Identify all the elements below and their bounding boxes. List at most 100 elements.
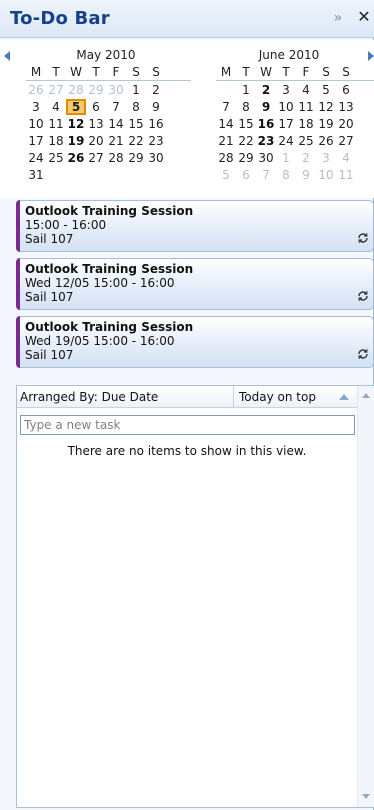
calendar-day[interactable]: 8 [276, 167, 296, 183]
calendar-day[interactable]: 20 [86, 133, 106, 149]
calendar-week-row: 5 6 7 8 9 10 11 [216, 167, 374, 184]
calendar-day[interactable]: 1 [126, 82, 146, 98]
calendar-day [66, 167, 86, 183]
calendar-day[interactable]: 13 [86, 116, 106, 132]
calendar-day[interactable]: 5 [316, 82, 336, 98]
appointment-item[interactable]: Outlook Training Session Wed 12/05 15:00… [16, 258, 374, 310]
calendar-day[interactable]: 5 [216, 167, 236, 183]
calendar-day[interactable]: 11 [336, 167, 356, 183]
calendar-day[interactable]: 17 [26, 133, 46, 149]
appointment-time: 15:00 - 16:00 [25, 218, 107, 232]
calendar-day[interactable]: 22 [236, 133, 256, 149]
calendar-day[interactable]: 11 [46, 116, 66, 132]
scroll-down-arrow-icon[interactable] [362, 794, 370, 799]
calendar-day[interactable]: 6 [86, 99, 106, 115]
calendar-day[interactable]: 28 [66, 82, 86, 98]
calendar-day[interactable]: 9 [296, 167, 316, 183]
calendar-day[interactable]: 28 [216, 150, 236, 166]
calendar-day[interactable]: 18 [296, 116, 316, 132]
calendar-day[interactable]: 19 [66, 133, 86, 149]
calendar-day[interactable]: 3 [316, 150, 336, 166]
expand-icon[interactable]: » [330, 9, 346, 27]
scroll-up-arrow-icon[interactable] [362, 393, 370, 398]
calendar-day[interactable]: 21 [106, 133, 126, 149]
calendar-day[interactable]: 30 [146, 150, 166, 166]
calendar-day[interactable]: 1 [236, 82, 256, 98]
calendar-day[interactable]: 6 [236, 167, 256, 183]
calendar-day[interactable]: 2 [256, 82, 276, 98]
calendar-day[interactable]: 16 [256, 116, 276, 132]
calendar-day[interactable]: 10 [26, 116, 46, 132]
close-icon[interactable]: ✕ [356, 8, 372, 26]
calendar-day[interactable]: 29 [86, 82, 106, 98]
weekday-header: M T W T F S S [216, 64, 374, 81]
sort-order-button[interactable]: Today on top [239, 390, 316, 404]
calendar-day[interactable]: 4 [46, 99, 66, 115]
calendar-day[interactable]: 30 [256, 150, 276, 166]
calendar-day[interactable]: 8 [236, 99, 256, 115]
calendar-day[interactable]: 3 [276, 82, 296, 98]
calendar-day[interactable]: 16 [146, 116, 166, 132]
calendar-day[interactable]: 23 [256, 133, 276, 149]
calendar-day[interactable]: 15 [236, 116, 256, 132]
calendar-day[interactable]: 7 [106, 99, 126, 115]
calendar-day[interactable]: 18 [46, 133, 66, 149]
calendar-day[interactable]: 28 [106, 150, 126, 166]
calendar-week-row: 26 27 28 29 30 1 2 [26, 82, 191, 99]
calendar-day[interactable]: 31 [26, 167, 46, 183]
calendar-day[interactable]: 23 [146, 133, 166, 149]
calendar-day[interactable]: 10 [276, 99, 296, 115]
calendar-day[interactable]: 29 [126, 150, 146, 166]
calendar-day[interactable]: 27 [336, 133, 356, 149]
calendar-day[interactable]: 24 [276, 133, 296, 149]
appointment-item[interactable]: Outlook Training Session Wed 19/05 15:00… [16, 316, 374, 368]
calendar-day[interactable]: 7 [256, 167, 276, 183]
calendar-day[interactable]: 25 [46, 150, 66, 166]
appointment-item[interactable]: Outlook Training Session 15:00 - 16:00 S… [16, 200, 374, 252]
appointment-location: Sail 107 [25, 290, 74, 304]
task-list-header: Arranged By: Due Date Today on top [17, 386, 357, 408]
calendar-day[interactable]: 27 [86, 150, 106, 166]
calendar-day[interactable]: 26 [26, 82, 46, 98]
calendar-day[interactable]: 26 [66, 150, 86, 166]
vertical-scrollbar[interactable] [357, 386, 374, 807]
calendar-day[interactable]: 24 [26, 150, 46, 166]
calendar-day[interactable]: 2 [146, 82, 166, 98]
calendar-day[interactable]: 15 [126, 116, 146, 132]
calendar-day[interactable]: 8 [126, 99, 146, 115]
calendar-day[interactable]: 27 [46, 82, 66, 98]
arrange-by-button[interactable]: Arranged By: Due Date [20, 390, 158, 404]
previous-month-arrow-icon[interactable] [4, 51, 10, 61]
calendar-day[interactable]: 2 [296, 150, 316, 166]
calendar-day[interactable]: 4 [336, 150, 356, 166]
calendar-day[interactable]: 22 [126, 133, 146, 149]
calendar-day[interactable]: 6 [336, 82, 356, 98]
calendar-day[interactable]: 25 [296, 133, 316, 149]
calendar-day[interactable]: 11 [296, 99, 316, 115]
calendar-day[interactable]: 4 [296, 82, 316, 98]
sort-ascending-icon[interactable] [339, 394, 349, 400]
calendar-day[interactable]: 30 [106, 82, 126, 98]
calendar-day[interactable]: 14 [106, 116, 126, 132]
calendar-day[interactable]: 10 [316, 167, 336, 183]
calendar-day[interactable]: 19 [316, 116, 336, 132]
month-calendar-june: June 2010 M T W T F S S 1 2 3 4 5 6 7 8 9 10 11 12 1… [216, 48, 374, 184]
appointment-title: Outlook Training Session [25, 262, 194, 276]
calendar-day[interactable]: 21 [216, 133, 236, 149]
calendar-day-today[interactable]: 5 [66, 99, 86, 115]
calendar-day[interactable]: 12 [316, 99, 336, 115]
calendar-day[interactable]: 12 [66, 116, 86, 132]
calendar-day[interactable]: 3 [26, 99, 46, 115]
calendar-day[interactable]: 9 [256, 99, 276, 115]
calendar-day[interactable]: 13 [336, 99, 356, 115]
calendar-day[interactable]: 1 [276, 150, 296, 166]
calendar-day[interactable]: 7 [216, 99, 236, 115]
calendar-day[interactable]: 9 [146, 99, 166, 115]
calendar-day[interactable]: 29 [236, 150, 256, 166]
calendar-day[interactable]: 17 [276, 116, 296, 132]
new-task-input[interactable] [20, 415, 355, 435]
calendar-day[interactable]: 20 [336, 116, 356, 132]
calendar-day[interactable]: 26 [316, 133, 336, 149]
appointment-title: Outlook Training Session [25, 320, 194, 334]
calendar-day[interactable]: 14 [216, 116, 236, 132]
